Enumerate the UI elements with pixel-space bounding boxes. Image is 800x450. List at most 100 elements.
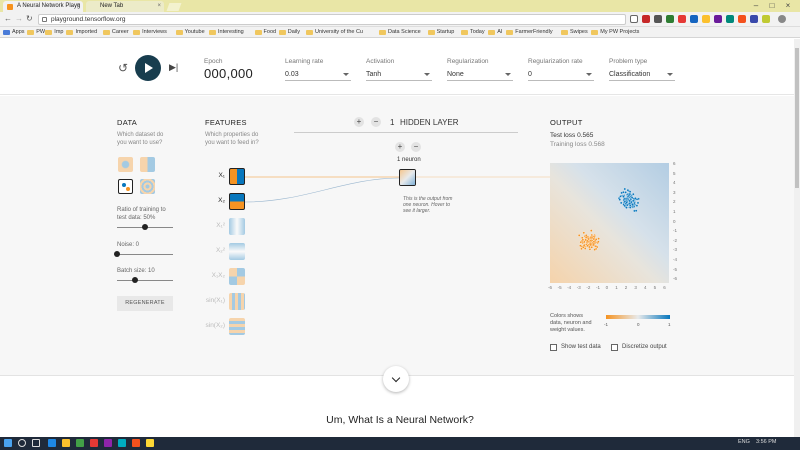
close-tab-icon[interactable]: × [76,1,80,12]
tab-neural-network-playground[interactable]: A Neural Network Playg × [3,1,83,12]
tab-new-tab[interactable]: New Tab × [86,1,164,12]
bookmark-item[interactable]: AI [488,28,502,37]
maximize-icon[interactable]: □ [764,0,780,12]
extension-icon[interactable] [666,15,674,23]
cast-icon[interactable] [630,15,638,23]
extension-icon[interactable] [750,15,758,23]
feature-x2-squared[interactable] [229,243,245,260]
start-icon[interactable] [4,439,12,447]
dataset-xor[interactable] [140,157,155,172]
address-bar[interactable]: playground.tensorflow.org [38,14,626,25]
feature-x1-squared[interactable] [229,218,245,235]
regenerate-button[interactable]: REGENERATE [117,296,173,311]
extension-icon[interactable] [714,15,722,23]
bookmark-item[interactable]: Interviews [133,28,167,37]
ratio-slider-knob[interactable] [142,224,148,230]
bookmark-item[interactable]: Startup [427,28,454,37]
forward-icon[interactable]: → [15,14,23,23]
bookmark-item[interactable]: University of the Cu [306,28,363,37]
menu-icon[interactable] [778,15,786,23]
bookmark-item[interactable]: Interesting [209,28,244,37]
feature-sin-x2[interactable] [229,318,245,335]
close-window-icon[interactable]: × [780,0,796,12]
orange-data-point [589,239,593,242]
neuron-tooltip: This is the output from one neuron. Hove… [403,196,453,214]
orange-data-point [577,234,581,237]
folder-icon [591,30,599,35]
dataset-gaussian[interactable] [118,179,133,194]
task-view-icon[interactable] [32,439,40,447]
bookmark-item[interactable]: Daily [278,28,300,37]
bookmark-item[interactable]: FarmerFriendly [506,28,553,37]
close-tab-icon[interactable]: × [157,1,161,12]
extension-icon[interactable] [642,15,650,23]
play-button[interactable] [135,55,161,81]
feature-x1[interactable] [229,168,245,185]
learning-rate-select[interactable]: 0.03 [285,69,351,81]
bookmark-item[interactable]: Imported [66,28,97,37]
output-heatmap[interactable] [550,163,669,283]
activation-select[interactable]: Tanh [366,69,432,81]
regularization-rate-select[interactable]: 0 [528,69,594,81]
bookmark-item[interactable]: Career [102,28,129,37]
bookmark-item[interactable]: Imp [45,28,63,37]
bookmark-item[interactable]: PW [27,28,45,37]
scroll-down-button[interactable] [383,366,409,392]
x-tick-label: 2 [624,285,628,290]
bookmark-item[interactable]: My PW Projects [591,28,639,37]
extension-icon[interactable] [762,15,770,23]
hidden-neuron[interactable] [399,169,416,186]
bookmark-item[interactable]: Food [254,28,276,37]
step-icon[interactable]: ▶| [169,62,178,73]
app-icon[interactable] [118,439,126,447]
dataset-spiral[interactable] [140,179,155,194]
regularization-select[interactable]: None [447,69,513,81]
back-icon[interactable]: ← [4,14,12,23]
bookmark-item[interactable]: Swipes [561,28,588,37]
bookmark-item[interactable]: Youtube [175,28,205,37]
link-x2-neuron[interactable] [245,177,401,203]
folder-icon [488,30,496,35]
search-icon[interactable] [18,439,26,447]
reset-icon[interactable]: ↺ [118,61,128,75]
blue-data-point [628,190,632,193]
app-icon[interactable] [132,439,140,447]
feature-x1x2[interactable] [229,268,245,285]
remove-layer-button[interactable]: − [371,117,381,127]
noise-slider[interactable] [117,254,173,255]
add-neuron-button[interactable]: + [395,142,405,152]
chrome-icon[interactable] [146,439,154,447]
batch-slider[interactable] [117,280,173,281]
bookmark-item[interactable]: Today [460,28,485,37]
extension-icon[interactable] [738,15,746,23]
app-icon[interactable] [76,439,84,447]
show-test-data-checkbox[interactable] [550,344,557,351]
data-subtitle: you want to use? [117,140,163,146]
scrollbar-thumb[interactable] [795,48,799,188]
app-icon[interactable] [48,439,56,447]
app-icon[interactable] [104,439,112,447]
language-indicator[interactable]: ENG [738,439,750,445]
dataset-circle[interactable] [118,157,133,172]
problem-type-select[interactable]: Classification [609,69,675,81]
app-icon[interactable] [90,439,98,447]
noise-slider-knob[interactable] [114,251,120,257]
minimize-icon[interactable]: – [748,0,764,12]
file-explorer-icon[interactable] [62,439,70,447]
remove-neuron-button[interactable]: − [411,142,421,152]
extension-icon[interactable] [690,15,698,23]
extension-icon[interactable] [702,15,710,23]
extension-icon[interactable] [654,15,662,23]
discretize-output-checkbox[interactable] [611,344,618,351]
clock[interactable]: 3:56 PM [756,439,776,445]
page-heading: Um, What Is a Neural Network? [326,414,474,426]
feature-sin-x1[interactable] [229,293,245,310]
folder-icon [27,30,35,35]
reload-icon[interactable]: ↻ [26,14,33,23]
feature-x2[interactable] [229,193,245,210]
bookmark-item[interactable]: Apps [3,28,25,37]
bookmark-item[interactable]: Data Science [379,28,421,37]
extension-icon[interactable] [678,15,686,23]
extension-icon[interactable] [726,15,734,23]
add-layer-button[interactable]: + [354,117,364,127]
